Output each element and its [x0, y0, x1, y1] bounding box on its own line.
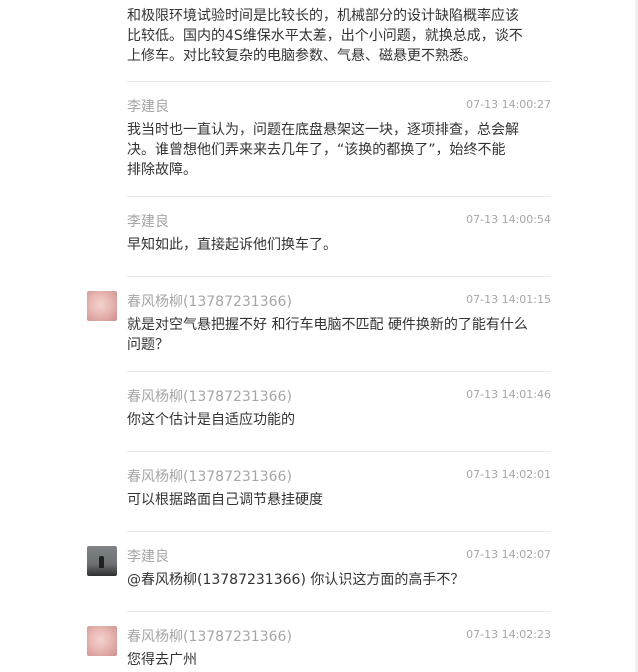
message-line: 比较低。国内的4S维保水平太差，出个小问题，就换总成，谈不 [127, 28, 523, 44]
pink-avatar[interactable] [87, 626, 117, 656]
message-content[interactable]: @春风杨柳(13787231366) 你认识这方面的高手不？ [127, 570, 542, 590]
message-line: 早知如此，直接起诉他们换车了。 [127, 237, 337, 253]
message-line: 和极限环境试验时间是比较长的，机械部分的设计缺陷概率应该 [127, 8, 519, 24]
message-line: 可以根据路面自己调节悬挂硬度 [127, 492, 323, 508]
message-username[interactable]: 李建良 [127, 213, 169, 231]
message-time: 07-13 14:02:23 [466, 628, 551, 641]
message-content[interactable]: 就是对空气悬把握不好 和行车电脑不匹配 硬件换新的了能有什么 问题？ [127, 315, 542, 355]
message-username[interactable]: 李建良 [127, 548, 169, 566]
message-content[interactable]: 和极限环境试验时间是比较长的，机械部分的设计缺陷概率应该 比较低。国内的4S维保… [127, 6, 542, 66]
message-line: 您得去广州 [127, 652, 197, 668]
message-divider [127, 196, 551, 197]
message-divider [127, 276, 551, 277]
message-divider [127, 611, 551, 612]
message-username[interactable]: 春风杨柳(13787231366) [127, 293, 292, 311]
message-line: 就是对空气悬把握不好 和行车电脑不匹配 硬件换新的了能有什么 [127, 317, 528, 333]
message-time: 07-13 14:01:46 [466, 388, 551, 401]
message-time: 07-13 14:01:15 [466, 293, 551, 306]
message-username[interactable]: 李建良 [127, 98, 169, 116]
message-line: 你这个估计是自适应功能的 [127, 412, 295, 428]
message-username[interactable]: 春风杨柳(13787231366) [127, 628, 292, 646]
message-line: @春风杨柳(13787231366) 你认识这方面的高手不？ [127, 572, 465, 588]
message-content[interactable]: 我当时也一直认为，问题在底盘悬架这一块，逐项排查，总会解 决。谁曾想他们弄来来去… [127, 120, 542, 180]
pink-avatar[interactable] [87, 291, 117, 321]
message-time: 07-13 14:00:27 [466, 98, 551, 111]
message-username[interactable]: 春风杨柳(13787231366) [127, 468, 292, 486]
message-username[interactable]: 春风杨柳(13787231366) [127, 388, 292, 406]
message-line: 问题？ [127, 337, 169, 353]
message-line: 决。谁曾想他们弄来来去几年了，“该换的都换了”，始终不能 [127, 142, 506, 158]
message-line: 上修车。对比较复杂的电脑参数、气悬、磁悬更不熟悉。 [127, 48, 477, 64]
message-divider [127, 371, 551, 372]
message-content[interactable]: 你这个估计是自适应功能的 [127, 410, 542, 430]
message-time: 07-13 14:02:01 [466, 468, 551, 481]
message-content[interactable]: 可以根据路面自己调节悬挂硬度 [127, 490, 542, 510]
message-divider [127, 531, 551, 532]
silhouette-avatar[interactable] [87, 546, 117, 576]
message-line: 排除故障。 [127, 162, 197, 178]
message-line: 我当时也一直认为，问题在底盘悬架这一块，逐项排查，总会解 [127, 122, 519, 138]
message-content[interactable]: 您得去广州 [127, 650, 542, 670]
message-content[interactable]: 早知如此，直接起诉他们换车了。 [127, 235, 542, 255]
chat-thread: 和极限环境试验时间是比较长的，机械部分的设计缺陷概率应该 比较低。国内的4S维保… [0, 0, 638, 672]
message-divider [127, 451, 551, 452]
message-time: 07-13 14:00:54 [466, 213, 551, 226]
message-time: 07-13 14:02:07 [466, 548, 551, 561]
message-divider [127, 81, 551, 82]
